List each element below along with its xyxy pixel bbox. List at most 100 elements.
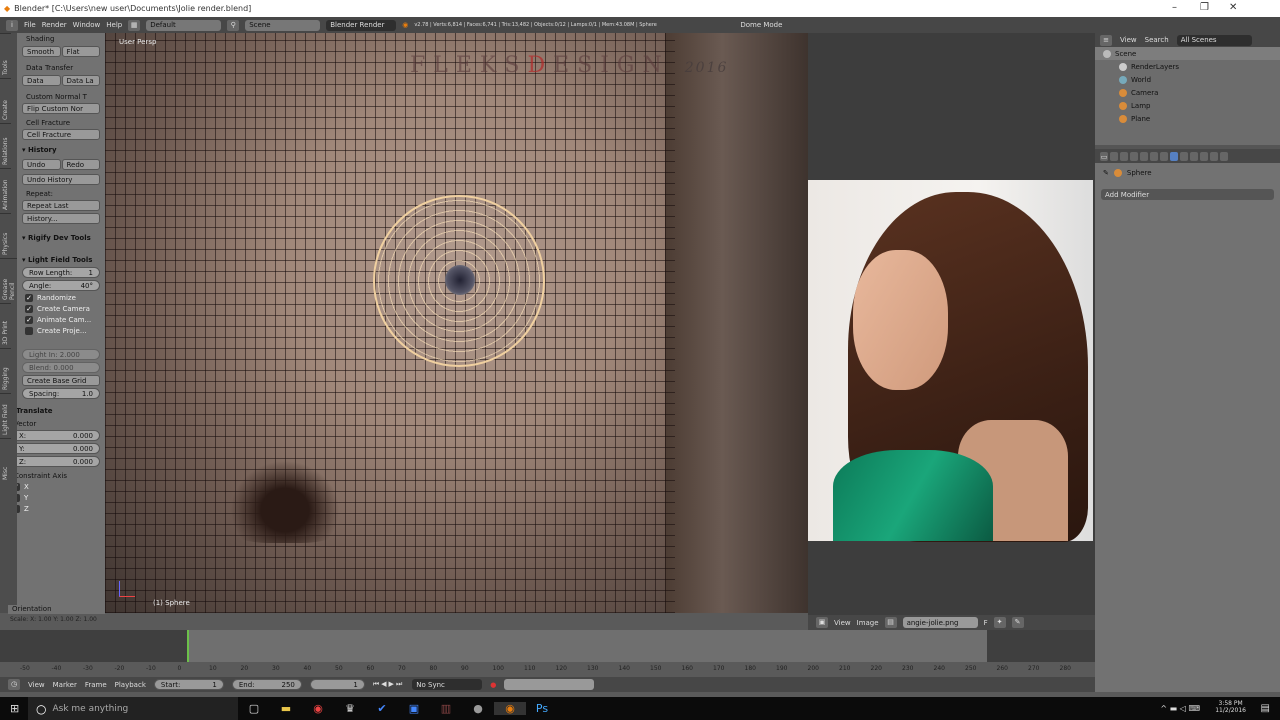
menu-search[interactable]: Search (1145, 36, 1169, 44)
tab-light-field[interactable]: Light Field (0, 393, 11, 438)
animate-camera-checkbox[interactable]: ✓ Animate Cam... (25, 316, 100, 324)
data-button[interactable]: Data (22, 75, 61, 86)
tab-grease-pencil[interactable]: Grease Pencil (0, 258, 18, 303)
playback-controls[interactable]: ⏮◀▶⏭ (373, 680, 404, 689)
blender-taskbar-icon[interactable]: ◉ (494, 702, 526, 715)
outliner-item-plane[interactable]: Plane (1095, 112, 1280, 125)
cell-fracture-button[interactable]: Cell Fracture (22, 129, 100, 140)
edit-icon[interactable]: ✎ (1011, 617, 1024, 628)
app-circle-icon[interactable]: ● (462, 702, 494, 715)
row-length-field[interactable]: Row Length: 1 (22, 267, 100, 278)
editor-type-icon[interactable]: ▣ (816, 617, 828, 628)
outliner-item-world[interactable]: World (1095, 73, 1280, 86)
render-layers-tab-icon[interactable] (1120, 151, 1128, 161)
clock[interactable]: 3:58 PM 11/2/2016 (1215, 700, 1246, 714)
editor-type-icon[interactable]: ▭ (1100, 151, 1108, 161)
light-in-field[interactable]: Light In: 2.000 (22, 349, 100, 360)
cortana-search-box[interactable]: ○ Ask me anything (28, 697, 238, 720)
history-panel-header[interactable]: ▾ History (22, 146, 100, 154)
close-button[interactable]: ✕ (1229, 2, 1237, 13)
create-projector-checkbox[interactable]: Create Proje... (25, 327, 100, 335)
display-mode-select[interactable]: All Scenes (1176, 34, 1252, 46)
editor-type-icon[interactable]: ◷ (8, 679, 20, 690)
rigify-panel-header[interactable]: ▾ Rigify Dev Tools (22, 234, 100, 242)
scene-select[interactable]: Scene (245, 19, 321, 31)
outliner-item-camera[interactable]: Camera (1095, 86, 1280, 99)
outliner-item-renderlayers[interactable]: RenderLayers (1095, 60, 1280, 73)
outliner-item-scene[interactable]: Scene (1095, 47, 1280, 60)
menu-playback[interactable]: Playback (115, 681, 146, 689)
operator-panel-header[interactable]: ▾ Translate (17, 407, 100, 415)
menu-marker[interactable]: Marker (53, 681, 77, 689)
tab-animation[interactable]: Animation (0, 168, 11, 213)
tab-tools[interactable]: Tools (0, 33, 11, 78)
layout-icon[interactable]: ▦ (128, 19, 141, 31)
texture-tab-icon[interactable] (1200, 151, 1208, 161)
repeat-last-button[interactable]: Repeat Last (22, 200, 100, 211)
repeat-history-button[interactable]: History... (22, 213, 100, 224)
image-editor[interactable] (808, 33, 1095, 615)
pin-icon[interactable]: ✎ (1103, 169, 1109, 177)
vector-x-field[interactable]: X: 0.000 (17, 430, 100, 441)
chrome-icon[interactable]: ◉ (302, 702, 334, 715)
editor-type-icon[interactable]: ≡ (1100, 34, 1112, 46)
menu-view[interactable]: View (834, 619, 851, 627)
angle-field[interactable]: Angle: 40° (22, 280, 100, 291)
menu-render[interactable]: Render (42, 21, 67, 29)
file-explorer-icon[interactable]: ▬ (270, 702, 302, 715)
modifiers-tab-icon[interactable] (1170, 151, 1178, 161)
windows-start-icon[interactable]: ⊞ (10, 702, 19, 715)
image-name-field[interactable]: angie-jolie.png (902, 617, 978, 628)
menu-view[interactable]: View (1120, 36, 1137, 44)
data-tab-icon[interactable] (1180, 151, 1188, 161)
current-frame-field[interactable]: 1 (309, 679, 365, 690)
notifications-icon[interactable]: ▤ (1261, 703, 1270, 714)
timeline[interactable] (0, 630, 1095, 675)
scene-icon[interactable]: ⚲ (227, 19, 240, 31)
menu-help[interactable]: Help (106, 21, 122, 29)
end-frame-field[interactable]: End: 250 (231, 679, 302, 690)
editor-type-icon[interactable]: i (6, 19, 18, 31)
start-frame-field[interactable]: Start: 1 (153, 679, 224, 690)
redo-button[interactable]: Redo (61, 159, 100, 170)
menu-file[interactable]: File (24, 21, 36, 29)
minimize-button[interactable]: – (1172, 2, 1177, 13)
tab-relations[interactable]: Relations (0, 123, 11, 168)
system-tray-icons[interactable]: ^ ▬ ◁ ⌨ (1160, 704, 1200, 713)
photoshop-icon[interactable]: Ps (526, 702, 558, 715)
render-engine-select[interactable]: Blender Render (326, 19, 397, 31)
timeline-ruler[interactable]: -50 -40 -30 -20 -10 0 10 20 30 40 50 60 70 80 90 100 110… (0, 662, 1095, 675)
tab-physics[interactable]: Physics (0, 213, 11, 258)
layout-select[interactable]: Default (146, 19, 222, 31)
restore-button[interactable]: ❐ (1200, 2, 1209, 13)
pin-icon[interactable]: ✦ (993, 617, 1006, 628)
constraint-y-checkbox[interactable]: Y (17, 494, 100, 502)
tab-3d-print[interactable]: 3D Print (0, 303, 11, 348)
add-modifier-select[interactable]: Add Modifier (1101, 189, 1274, 200)
constraint-z-checkbox[interactable]: Z (17, 505, 100, 513)
outliner-item-lamp[interactable]: Lamp (1095, 99, 1280, 112)
app-icon[interactable]: ♛ (334, 702, 366, 715)
menu-image[interactable]: Image (857, 619, 879, 627)
create-camera-checkbox[interactable]: ✓ Create Camera (25, 305, 100, 313)
task-view-icon[interactable]: ▢ (238, 702, 270, 715)
menu-view[interactable]: View (28, 681, 45, 689)
tab-misc[interactable]: Misc (0, 438, 11, 483)
scene-tab-icon[interactable] (1130, 151, 1138, 161)
light-field-panel-header[interactable]: ▾ Light Field Tools (22, 256, 100, 264)
fake-user-button[interactable]: F (984, 619, 988, 627)
constraint-x-checkbox[interactable]: ✓X (17, 483, 100, 491)
flip-custom-normals-button[interactable]: Flip Custom Nor (22, 103, 100, 114)
randomize-checkbox[interactable]: ✓ Randomize (25, 294, 100, 302)
record-icon[interactable]: ● (490, 681, 496, 689)
world-tab-icon[interactable] (1140, 151, 1148, 161)
blend-field[interactable]: Blend: 0.000 (22, 362, 100, 373)
app-window-icon[interactable]: ▣ (398, 702, 430, 715)
object-tab-icon[interactable] (1150, 151, 1158, 161)
tab-create[interactable]: Create (0, 78, 11, 123)
app-check-icon[interactable]: ✔ (366, 702, 398, 715)
render-tab-icon[interactable] (1110, 151, 1118, 161)
vector-y-field[interactable]: Y: 0.000 (17, 443, 100, 454)
undo-history-button[interactable]: Undo History (22, 174, 100, 185)
sync-select[interactable]: No Sync (412, 679, 483, 690)
